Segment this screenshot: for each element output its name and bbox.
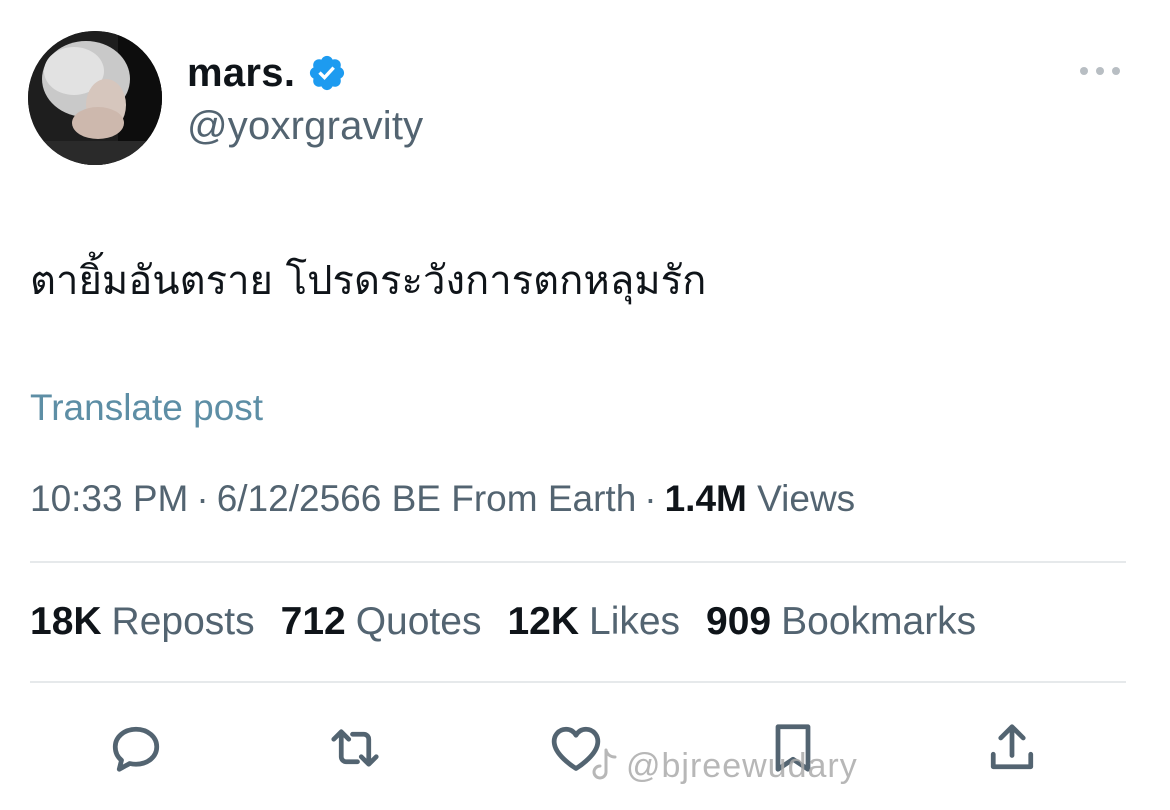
reply-icon [112,726,160,772]
post-text: ตายิ้มอันตราย โปรดระวังการตกหลุมรัก [30,258,707,304]
share-icon [990,724,1034,770]
post-detail-view: mars. @yoxrgravity ตายิ้มอันตราย โปรดระว… [0,0,1170,810]
stat-label: Bookmarks [781,600,977,643]
share-button[interactable] [982,718,1042,778]
stat-bookmarks[interactable]: 909 Bookmarks [706,600,976,644]
like-button[interactable] [546,718,606,778]
stat-label: Reposts [111,600,255,643]
post-date[interactable]: 6/12/2566 BE [217,478,441,519]
repost-button[interactable] [325,718,385,778]
views-count: 1.4M [664,478,747,519]
post-stats: 18K Reposts 712 Quotes 12K Likes 909 Bookmar… [30,600,976,644]
post-source: From Earth [451,478,637,519]
bookmark-button[interactable] [763,718,823,778]
stat-reposts[interactable]: 18K Reposts [30,600,255,644]
like-icon [551,726,601,771]
meta-separator: · [644,478,657,519]
stat-count: 12K [507,600,579,643]
display-name[interactable]: mars. [187,51,295,96]
meta-separator: · [196,478,209,519]
divider [30,681,1126,683]
stat-count: 909 [706,600,772,643]
repost-icon [331,729,379,767]
divider [30,561,1126,563]
post-meta: 10:33 PM · 6/12/2566 BE From Earth · 1.4M Vi… [30,478,855,520]
reply-button[interactable] [106,718,166,778]
post-time[interactable]: 10:33 PM [30,478,188,519]
views-label: Views [757,478,856,519]
avatar-image [28,31,162,165]
stat-likes[interactable]: 12K Likes [507,600,680,644]
verified-badge-icon [310,55,345,91]
stat-label: Quotes [355,600,482,643]
more-options-icon[interactable] [1072,56,1128,86]
avatar[interactable] [28,31,162,165]
author-name-row[interactable]: mars. [187,48,347,98]
author-handle[interactable]: @yoxrgravity [187,104,423,149]
bookmark-icon [775,724,811,772]
translate-post-link[interactable]: Translate post [30,387,263,429]
stat-count: 18K [30,600,102,643]
stat-count: 712 [280,600,346,643]
stat-label: Likes [589,600,681,643]
stat-quotes[interactable]: 712 Quotes [281,600,482,644]
